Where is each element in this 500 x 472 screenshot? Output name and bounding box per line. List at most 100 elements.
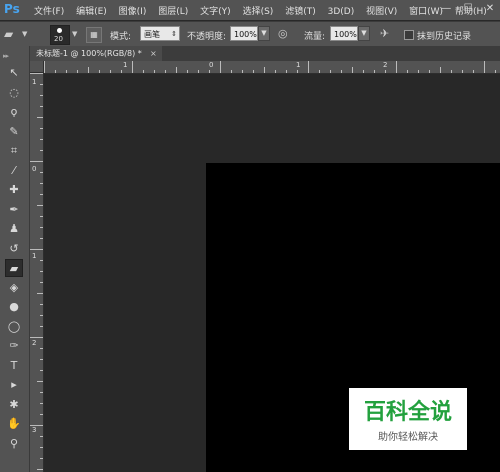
ruler-tick xyxy=(40,348,43,349)
brush-size-value: 20 xyxy=(54,35,63,43)
ruler-tick xyxy=(66,70,67,73)
tool-preset-arrow-icon[interactable]: ▼ xyxy=(22,30,27,38)
tool-eraser-icon[interactable]: ▰ xyxy=(5,259,23,277)
ruler-tick xyxy=(40,150,43,151)
menu-file[interactable]: 文件(F) xyxy=(34,4,64,17)
ruler-tick xyxy=(242,70,243,73)
pressure-opacity-icon[interactable]: ◎ xyxy=(278,27,292,41)
tool-crop-icon[interactable]: ⌗ xyxy=(5,142,23,160)
airbrush-icon[interactable]: ✈ xyxy=(380,27,394,41)
restore-icon[interactable]: ☐ xyxy=(462,3,474,15)
tool-marquee-icon[interactable]: ◌ xyxy=(5,84,23,102)
tab-close-icon[interactable]: × xyxy=(150,46,157,61)
ruler-tick xyxy=(40,271,43,272)
menu-3d[interactable]: 3D(D) xyxy=(328,7,355,17)
ruler-tick xyxy=(440,67,441,73)
ruler-tick xyxy=(40,315,43,316)
photoshop-logo: Ps xyxy=(4,2,20,16)
close-icon[interactable]: ✕ xyxy=(484,3,496,15)
brush-picker-arrow-icon[interactable]: ▼ xyxy=(72,30,77,38)
tool-hand-icon[interactable]: ✋ xyxy=(5,415,23,433)
options-bar: ▰ ▼ 20 ▼ ▦ 模式: 画笔 ⇕ 不透明度: 100% ▼ ◎ 流量: 1… xyxy=(0,21,500,48)
tool-pen-icon[interactable]: ✑ xyxy=(5,337,23,355)
ruler-tick xyxy=(30,425,43,426)
ruler-tick xyxy=(40,128,43,129)
mode-label: 模式: xyxy=(110,32,132,42)
menu-type[interactable]: 文字(Y) xyxy=(200,4,231,17)
menu-layer[interactable]: 图层(L) xyxy=(158,4,188,17)
ruler-tick xyxy=(44,61,45,73)
tool-brush-icon[interactable]: ✒ xyxy=(5,201,23,219)
horizontal-ruler[interactable]: 1 0 1 2 xyxy=(44,61,500,74)
ruler-tick xyxy=(154,70,155,73)
ruler-tick xyxy=(308,61,309,73)
menu-view[interactable]: 视图(V) xyxy=(366,4,397,17)
brush-tip-icon xyxy=(57,28,62,33)
eraser-icon[interactable]: ▰ xyxy=(4,27,20,41)
ruler-tick xyxy=(484,61,485,73)
mode-value: 画笔 xyxy=(144,30,160,39)
ruler-tick xyxy=(88,67,89,73)
ruler-h-label: 1 xyxy=(296,61,301,69)
tool-paint-bucket-icon[interactable]: ◈ xyxy=(5,279,23,297)
menu-filter[interactable]: 滤镜(T) xyxy=(285,4,316,17)
ruler-tick xyxy=(253,70,254,73)
ruler-tick xyxy=(40,106,43,107)
ruler-tick xyxy=(40,370,43,371)
watermark-title: 百科全说 xyxy=(363,400,452,425)
ruler-tick xyxy=(396,61,397,73)
ruler-tick xyxy=(220,61,221,73)
tool-zoom-icon[interactable]: ⚲ xyxy=(5,435,23,453)
brush-panel-toggle-icon[interactable]: ▦ xyxy=(86,27,102,43)
ruler-tick xyxy=(341,70,342,73)
menu-items: 文件(F) 编辑(E) 图像(I) 图层(L) 文字(Y) 选择(S) 滤镜(T… xyxy=(34,4,496,17)
ruler-tick xyxy=(40,414,43,415)
ruler-tick xyxy=(176,67,177,73)
ruler-tick xyxy=(40,216,43,217)
flow-dropdown-icon[interactable]: ▼ xyxy=(358,26,370,41)
tool-clone-stamp-icon[interactable]: ♟ xyxy=(5,220,23,238)
menu-image[interactable]: 图像(I) xyxy=(119,4,147,17)
tool-dodge-icon[interactable]: ◯ xyxy=(5,318,23,336)
vertical-ruler[interactable]: 1 0 1 2 3 xyxy=(30,73,44,472)
ruler-tick xyxy=(30,73,43,74)
menu-bar: Ps 文件(F) 编辑(E) 图像(I) 图层(L) 文字(Y) 选择(S) 滤… xyxy=(0,0,500,20)
ruler-tick xyxy=(99,70,100,73)
flow-value: 100% xyxy=(334,30,357,39)
tool-shape-icon[interactable]: ✱ xyxy=(5,396,23,414)
ruler-tick xyxy=(37,117,43,118)
tool-move-icon[interactable]: ↖ xyxy=(5,64,23,82)
tool-blur-icon[interactable]: ● xyxy=(5,298,23,316)
ruler-tick xyxy=(473,70,474,73)
tool-quick-select-icon[interactable]: ✎ xyxy=(5,123,23,141)
tool-lasso-icon[interactable]: ϙ xyxy=(5,103,23,121)
flow-input[interactable]: 100% xyxy=(330,26,358,41)
ruler-tick xyxy=(209,70,210,73)
minimize-icon[interactable]: — xyxy=(440,3,452,15)
document-tab-bar: 未标题-1 @ 100%(RGB/8) * × xyxy=(30,46,500,61)
erase-to-history-label: 抹到历史记录 xyxy=(417,32,472,42)
mode-select[interactable]: 画笔 ⇕ xyxy=(140,26,180,41)
ruler-tick xyxy=(40,95,43,96)
opacity-input[interactable]: 100% xyxy=(230,26,258,41)
opacity-dropdown-icon[interactable]: ▼ xyxy=(258,26,270,41)
document-tab[interactable]: 未标题-1 @ 100%(RGB/8) * × xyxy=(30,46,162,61)
erase-to-history-checkbox[interactable] xyxy=(404,30,414,40)
tool-history-brush-icon[interactable]: ↺ xyxy=(5,240,23,258)
ruler-tick xyxy=(40,238,43,239)
menu-select[interactable]: 选择(S) xyxy=(243,4,274,17)
ruler-v-label: 1 xyxy=(32,78,37,86)
tool-path-select-icon[interactable]: ▸ xyxy=(5,376,23,394)
toolbox-collapse-icon[interactable]: ▸▸ xyxy=(3,52,9,60)
tool-healing-icon[interactable]: ✚ xyxy=(5,181,23,199)
tool-eyedropper-icon[interactable]: ⁄ xyxy=(5,162,23,180)
brush-preset-picker[interactable]: 20 xyxy=(50,25,70,45)
menu-edit[interactable]: 编辑(E) xyxy=(76,4,107,17)
ruler-tick xyxy=(40,194,43,195)
ruler-origin[interactable] xyxy=(30,61,44,73)
ruler-tick xyxy=(37,381,43,382)
chevron-down-icon: ⇕ xyxy=(171,30,177,38)
tool-type-icon[interactable]: T xyxy=(5,357,23,375)
opacity-label: 不透明度: xyxy=(187,32,227,42)
window-controls: — ☐ ✕ xyxy=(433,3,496,15)
